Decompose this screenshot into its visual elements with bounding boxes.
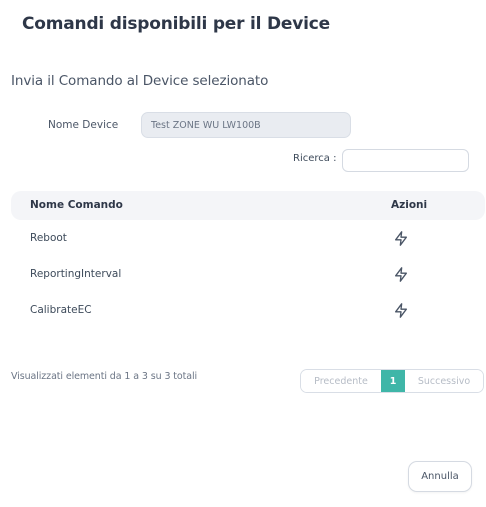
pagination: Precedente 1 Successivo <box>300 369 484 393</box>
table-info-text: Visualizzati elementi da 1 a 3 su 3 tota… <box>11 371 198 382</box>
device-name-label: Nome Device <box>48 119 119 131</box>
send-command-button[interactable] <box>391 227 411 249</box>
table-row: CalibrateEC <box>11 296 485 326</box>
lightning-icon <box>395 302 407 318</box>
send-command-button[interactable] <box>391 263 411 285</box>
next-page-button[interactable]: Successivo <box>405 370 483 392</box>
command-name: ReportingInterval <box>30 268 122 280</box>
search-input[interactable] <box>342 149 469 172</box>
column-header-command-name: Nome Comando <box>30 199 123 211</box>
device-name-field[interactable] <box>141 112 351 138</box>
lightning-icon <box>395 266 407 282</box>
lightning-icon <box>395 230 407 246</box>
send-command-button[interactable] <box>391 299 411 321</box>
search-label: Ricerca : <box>293 153 337 164</box>
command-name: CalibrateEC <box>30 304 92 316</box>
section-title: Invia il Comando al Device selezionato <box>11 73 269 89</box>
table-row: Reboot <box>11 224 485 254</box>
column-header-actions: Azioni <box>391 199 428 211</box>
table-row: ReportingInterval <box>11 260 485 290</box>
previous-page-button[interactable]: Precedente <box>301 370 381 392</box>
table-header: Nome Comando Azioni <box>11 191 485 220</box>
page-1-button[interactable]: 1 <box>381 370 405 392</box>
modal-title: Comandi disponibili per il Device <box>22 14 330 34</box>
cancel-button[interactable]: Annulla <box>408 461 472 492</box>
command-name: Reboot <box>30 232 67 244</box>
